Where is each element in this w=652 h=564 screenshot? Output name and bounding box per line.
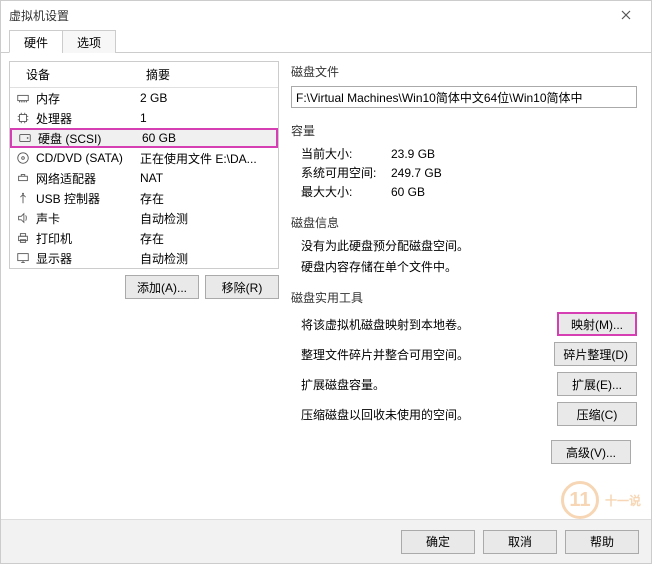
disk-info-line2: 硬盘内容存储在单个文件中。 [301, 258, 637, 275]
map-desc: 将该虚拟机磁盘映射到本地卷。 [301, 316, 549, 333]
advanced-button[interactable]: 高级(V)... [551, 440, 631, 464]
add-button[interactable]: 添加(A)... [125, 275, 199, 299]
device-name: USB 控制器 [36, 190, 140, 207]
device-row-cpu[interactable]: 处理器1 [10, 108, 278, 128]
compact-button[interactable]: 压缩(C) [557, 402, 637, 426]
device-value: 存在 [140, 190, 278, 207]
detail-panel: 磁盘文件 容量 当前大小:23.9 GB 系统可用空间:249.7 GB 最大大… [289, 61, 643, 501]
device-row-disc[interactable]: CD/DVD (SATA)正在使用文件 E:\DA... [10, 148, 278, 168]
window-title: 虚拟机设置 [9, 7, 69, 24]
device-name: 硬盘 (SCSI) [38, 130, 142, 147]
remove-button[interactable]: 移除(R) [205, 275, 279, 299]
device-list-header: 设备 摘要 [10, 62, 278, 88]
disk-info-line1: 没有为此硬盘预分配磁盘空间。 [301, 237, 637, 254]
net-icon [10, 171, 36, 185]
map-button[interactable]: 映射(M)... [557, 312, 637, 336]
tab-options[interactable]: 选项 [62, 30, 116, 53]
group-disk-info: 磁盘信息 没有为此硬盘预分配磁盘空间。 硬盘内容存储在单个文件中。 [291, 214, 637, 275]
device-name: CD/DVD (SATA) [36, 151, 140, 165]
current-size-value: 23.9 GB [391, 147, 435, 161]
device-name: 打印机 [36, 230, 140, 247]
free-space-value: 249.7 GB [391, 166, 442, 180]
device-name: 显示器 [36, 250, 140, 267]
footer: 确定 取消 帮助 [1, 519, 651, 563]
col-summary: 摘要 [140, 62, 278, 87]
device-value: 正在使用文件 E:\DA... [140, 150, 278, 167]
tab-strip: 硬件 选项 [1, 29, 651, 53]
device-value: 1 [140, 111, 278, 125]
help-button[interactable]: 帮助 [565, 530, 639, 554]
tools-label: 磁盘实用工具 [291, 289, 637, 306]
col-device: 设备 [10, 62, 140, 87]
group-capacity: 容量 当前大小:23.9 GB 系统可用空间:249.7 GB 最大大小:60 … [291, 122, 637, 200]
device-row-memory[interactable]: 内存2 GB [10, 88, 278, 108]
device-list: 内存2 GB处理器1硬盘 (SCSI)60 GBCD/DVD (SATA)正在使… [10, 88, 278, 268]
disc-icon [10, 151, 36, 165]
device-value: 自动检测 [140, 250, 278, 267]
disk-file-input[interactable] [291, 86, 637, 108]
device-row-display[interactable]: 显示器自动检测 [10, 248, 278, 268]
compact-desc: 压缩磁盘以回收未使用的空间。 [301, 406, 549, 423]
memory-icon [10, 91, 36, 105]
device-value: 60 GB [142, 131, 276, 145]
device-row-usb[interactable]: USB 控制器存在 [10, 188, 278, 208]
device-name: 内存 [36, 90, 140, 107]
hdd-icon [12, 131, 38, 145]
disk-info-label: 磁盘信息 [291, 214, 637, 231]
titlebar: 虚拟机设置 [1, 1, 651, 29]
device-value: 2 GB [140, 91, 278, 105]
close-button[interactable] [609, 4, 643, 26]
device-row-sound[interactable]: 声卡自动检测 [10, 208, 278, 228]
defrag-button[interactable]: 碎片整理(D) [554, 342, 637, 366]
defrag-desc: 整理文件碎片并整合可用空间。 [301, 346, 546, 363]
ok-button[interactable]: 确定 [401, 530, 475, 554]
cpu-icon [10, 111, 36, 125]
device-panel: 设备 摘要 内存2 GB处理器1硬盘 (SCSI)60 GBCD/DVD (SA… [9, 61, 279, 269]
max-size-label: 最大大小: [301, 183, 391, 200]
printer-icon [10, 231, 36, 245]
free-space-label: 系统可用空间: [301, 164, 391, 181]
sound-icon [10, 211, 36, 225]
device-name: 处理器 [36, 110, 140, 127]
device-row-net[interactable]: 网络适配器NAT [10, 168, 278, 188]
max-size-value: 60 GB [391, 185, 425, 199]
device-value: 自动检测 [140, 210, 278, 227]
expand-button[interactable]: 扩展(E)... [557, 372, 637, 396]
device-name: 声卡 [36, 210, 140, 227]
current-size-label: 当前大小: [301, 145, 391, 162]
cancel-button[interactable]: 取消 [483, 530, 557, 554]
expand-desc: 扩展磁盘容量。 [301, 376, 549, 393]
disk-file-label: 磁盘文件 [291, 63, 637, 80]
display-icon [10, 251, 36, 265]
device-value: 存在 [140, 230, 278, 247]
group-tools: 磁盘实用工具 将该虚拟机磁盘映射到本地卷。 映射(M)... 整理文件碎片并整合… [291, 289, 637, 426]
tab-hardware[interactable]: 硬件 [9, 30, 63, 53]
device-name: 网络适配器 [36, 170, 140, 187]
usb-icon [10, 191, 36, 205]
capacity-label: 容量 [291, 122, 637, 139]
group-disk-file: 磁盘文件 [291, 63, 637, 108]
device-row-hdd[interactable]: 硬盘 (SCSI)60 GB [10, 128, 278, 148]
device-row-printer[interactable]: 打印机存在 [10, 228, 278, 248]
device-value: NAT [140, 171, 278, 185]
